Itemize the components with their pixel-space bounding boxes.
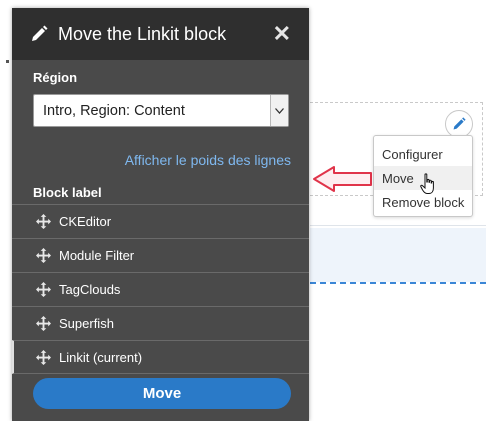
page-marker [6, 60, 9, 63]
ctx-item-configure[interactable]: Configurer [374, 142, 472, 166]
hand-pointer-icon [420, 173, 434, 194]
dialog-header: Move the Linkit block ✕ [12, 8, 309, 60]
block-row[interactable]: TagClouds [12, 272, 309, 306]
close-icon[interactable]: ✕ [273, 23, 291, 45]
block-row[interactable]: CKEditor [12, 204, 309, 238]
block-row-label: Linkit (current) [59, 349, 143, 365]
block-list: CKEditor Module Filter TagClouds Superfi… [12, 204, 309, 374]
dialog-title: Move the Linkit block [58, 23, 227, 44]
drop-zone-highlight [310, 228, 486, 282]
region-select[interactable]: Intro, Region: Content [33, 94, 289, 127]
block-row[interactable]: Superfish [12, 306, 309, 340]
block-row[interactable]: Module Filter [12, 238, 309, 272]
region-divider [310, 225, 486, 226]
block-row-label: TagClouds [59, 282, 121, 297]
show-row-weights-link[interactable]: Afficher le poids des lignes [125, 152, 291, 168]
move-block-dialog: Move the Linkit block ✕ Région Intro, Re… [12, 8, 309, 421]
region-select-value: Intro, Region: Content [43, 102, 185, 119]
move-button[interactable]: Move [33, 378, 291, 409]
chevron-down-icon [270, 95, 288, 126]
move-arrows-icon[interactable] [35, 248, 51, 264]
move-arrows-icon[interactable] [35, 349, 51, 365]
region-label: Région [33, 70, 78, 85]
annotation-arrow-icon [313, 166, 372, 192]
pencil-icon [30, 24, 50, 44]
block-row-label: CKEditor [59, 214, 112, 229]
block-label-header: Block label [33, 185, 102, 200]
move-arrows-icon[interactable] [35, 316, 51, 332]
move-arrows-icon[interactable] [35, 282, 51, 298]
move-arrows-icon[interactable] [35, 214, 51, 230]
block-row-current[interactable]: Linkit (current) [12, 340, 309, 374]
block-row-label: Superfish [59, 316, 114, 331]
contextual-links-pencil-icon[interactable] [445, 110, 473, 138]
drop-zone-dashed-border [310, 282, 486, 284]
block-row-label: Module Filter [59, 248, 135, 263]
